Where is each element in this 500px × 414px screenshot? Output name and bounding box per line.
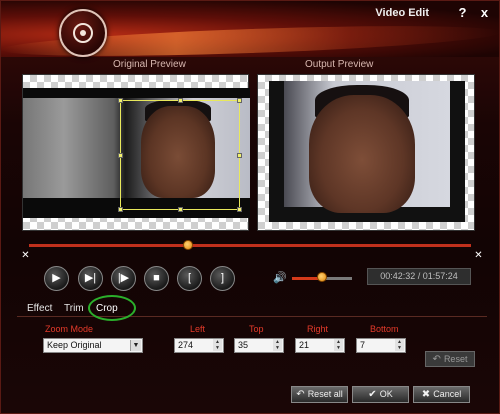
crop-selection-box[interactable] [118, 98, 242, 212]
title-bar: Video Edit ? x [1, 1, 499, 62]
stop-button[interactable]: ■ [144, 266, 169, 291]
mark-in-icon: [ [187, 272, 192, 284]
reset-arrow-icon: ↶ [296, 389, 305, 400]
chevron-down-icon[interactable]: ▼ [130, 340, 141, 351]
right-value: 21 [299, 340, 310, 350]
crop-handle-top[interactable] [178, 98, 183, 103]
cancel-label: Cancel [433, 389, 462, 399]
play-step-button[interactable]: ▶| [78, 266, 103, 291]
right-stepper[interactable]: 21 ▲ ▼ [295, 338, 345, 353]
reset-arrow-icon: ↶ [432, 354, 441, 365]
left-stepper[interactable]: 274 ▲ ▼ [174, 338, 224, 353]
crop-handle-top-right[interactable] [237, 98, 242, 103]
seek-start-marker-icon[interactable]: ✕ [21, 251, 30, 261]
crop-handle-left[interactable] [118, 153, 123, 158]
seek-bar-thumb[interactable] [183, 240, 194, 250]
seek-end-marker-icon[interactable]: ✕ [474, 251, 483, 261]
tab-trim[interactable]: Trim [64, 303, 84, 314]
logo-dot [80, 30, 86, 36]
bottom-stepper-arrows[interactable]: ▲ ▼ [395, 339, 404, 352]
crop-handle-bottom-left[interactable] [118, 207, 123, 212]
bottom-stepper[interactable]: 7 ▲ ▼ [356, 338, 406, 353]
bottom-label: Bottom [370, 324, 399, 334]
crop-handle-top-left[interactable] [118, 98, 123, 103]
output-preview-pane [257, 74, 475, 231]
original-preview-pane[interactable] [22, 74, 250, 231]
close-button[interactable]: x [476, 5, 493, 22]
top-stepper[interactable]: 35 ▲ ▼ [234, 338, 284, 353]
play-button[interactable]: ▶ [44, 266, 69, 291]
left-stepper-arrows[interactable]: ▲ ▼ [213, 339, 222, 352]
right-stepper-arrows[interactable]: ▲ ▼ [334, 339, 343, 352]
volume-icon[interactable]: 🔊 [273, 272, 287, 284]
decrement-icon[interactable]: ▼ [334, 345, 343, 351]
ok-label: OK [379, 389, 393, 399]
reset-all-button[interactable]: ↶ Reset all [291, 386, 348, 403]
window-title: Video Edit [375, 7, 429, 19]
tab-effect[interactable]: Effect [27, 303, 52, 314]
time-display: 00:42:32 / 01:57:24 [367, 268, 471, 285]
decrement-icon[interactable]: ▼ [213, 345, 222, 351]
top-label: Top [249, 324, 264, 334]
play-icon: ▶ [52, 272, 61, 284]
mark-out-icon: ] [220, 272, 225, 284]
zoom-mode-value: Keep Original [47, 340, 102, 350]
stop-icon: ■ [153, 272, 160, 284]
decrement-icon[interactable]: ▼ [395, 345, 404, 351]
seek-bar-track[interactable] [29, 244, 471, 247]
close-icon: ✖ [421, 389, 431, 400]
app-logo [59, 9, 107, 57]
left-label: Left [190, 324, 206, 334]
tabs-divider [17, 316, 487, 317]
top-value: 35 [238, 340, 249, 350]
original-preview-label: Original Preview [113, 59, 186, 70]
frame-step-icon: |▶ [117, 272, 130, 284]
mark-out-button[interactable]: ] [210, 266, 235, 291]
crop-handle-bottom[interactable] [178, 207, 183, 212]
left-value: 274 [178, 340, 194, 350]
mark-in-button[interactable]: [ [177, 266, 202, 291]
reset-all-label: Reset all [307, 389, 343, 399]
zoom-mode-select[interactable]: Keep Original ▼ [43, 338, 143, 353]
help-button[interactable]: ? [454, 5, 471, 22]
output-video-subject [309, 95, 415, 213]
crop-reset-button[interactable]: ↶ Reset [425, 351, 475, 367]
top-stepper-arrows[interactable]: ▲ ▼ [273, 339, 282, 352]
frame-step-button[interactable]: |▶ [111, 266, 136, 291]
ok-button[interactable]: ✔ OK [352, 386, 409, 403]
zoom-mode-label: Zoom Mode [45, 324, 94, 334]
tab-crop[interactable]: Crop [96, 303, 118, 314]
output-preview-label: Output Preview [305, 59, 374, 70]
decrement-icon[interactable]: ▼ [273, 345, 282, 351]
volume-slider-thumb[interactable] [317, 272, 327, 282]
output-video-frame [269, 81, 465, 222]
crop-reset-label: Reset [443, 354, 468, 364]
crop-handle-bottom-right[interactable] [237, 207, 242, 212]
cancel-button[interactable]: ✖ Cancel [413, 386, 470, 403]
video-edit-window: Video Edit ? x Original Preview Output P… [0, 0, 500, 414]
right-label: Right [307, 324, 329, 334]
bottom-value: 7 [360, 340, 366, 350]
play-step-icon: ▶| [84, 272, 97, 284]
crop-handle-right[interactable] [237, 153, 242, 158]
check-icon: ✔ [368, 389, 377, 400]
